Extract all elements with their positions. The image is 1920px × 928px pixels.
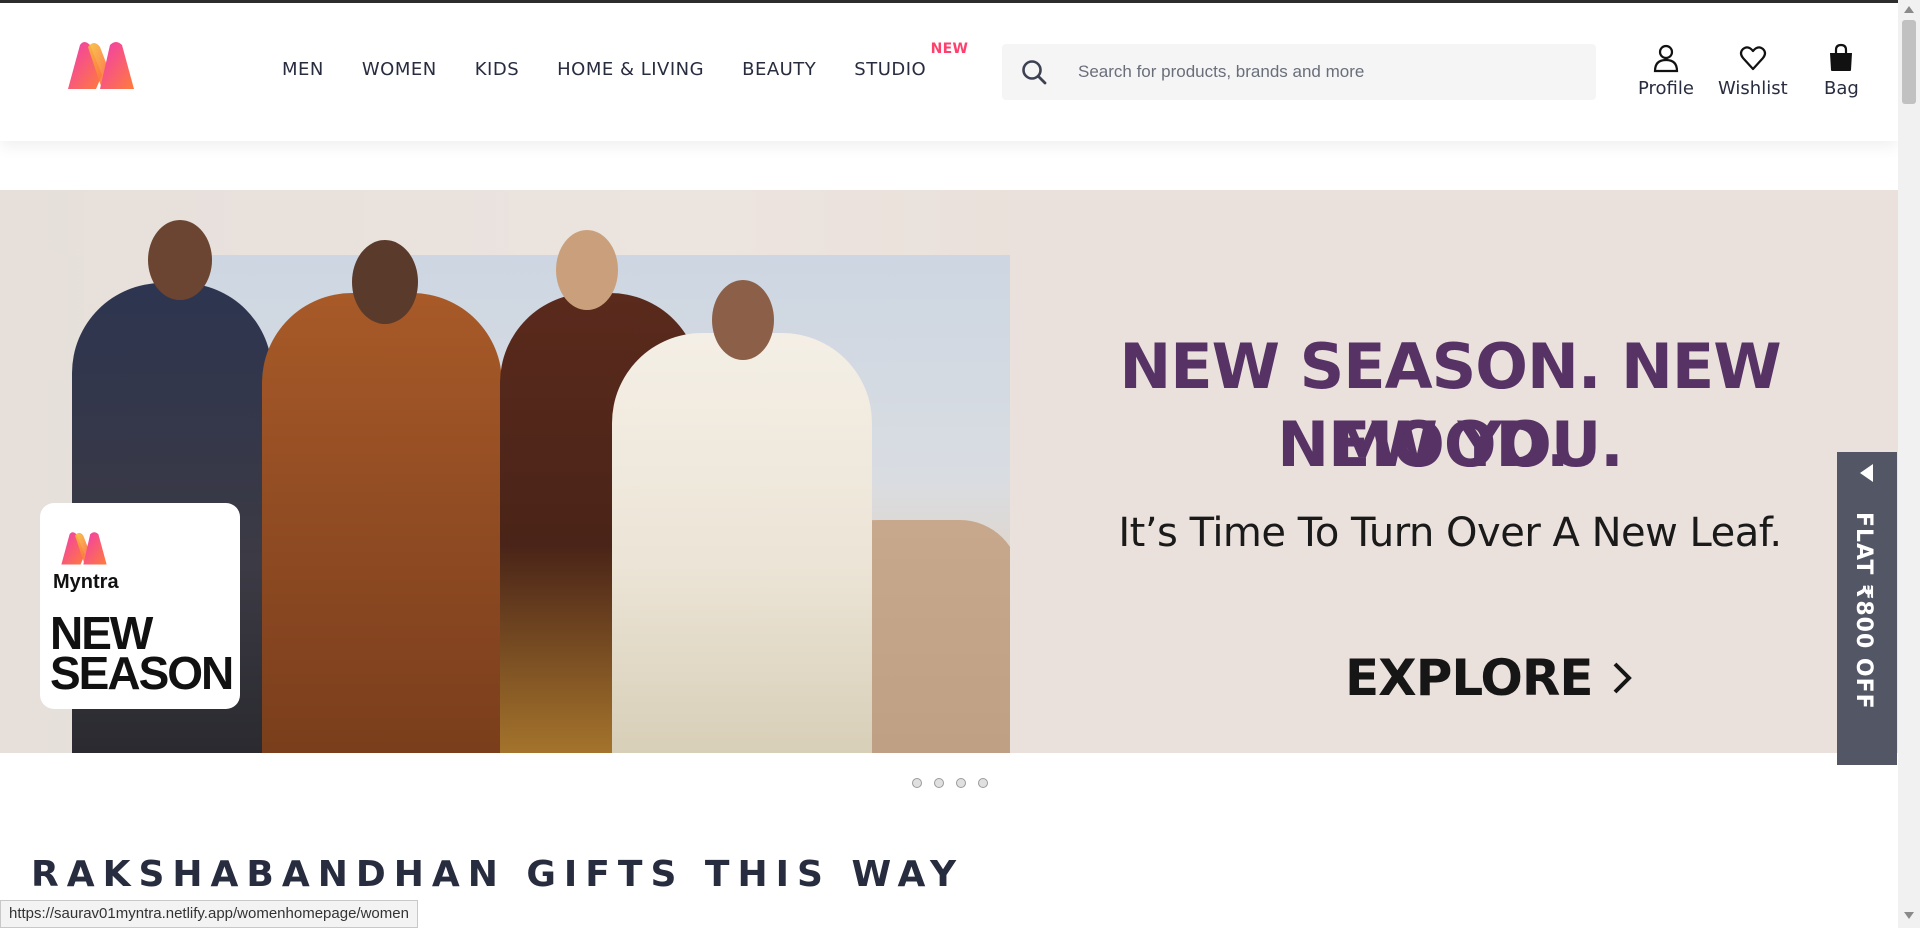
- search-icon[interactable]: [1020, 58, 1048, 86]
- model-head: [352, 240, 418, 324]
- carousel-dots: [912, 778, 1000, 788]
- model-figure: [262, 293, 502, 753]
- carousel-dot-3[interactable]: [956, 778, 966, 788]
- new-season-badge: Myntra NEW SEASON: [40, 503, 240, 709]
- myntra-logo[interactable]: [66, 39, 136, 91]
- page-scrollbar[interactable]: [1898, 0, 1920, 928]
- new-badge: NEW: [930, 41, 969, 57]
- site-header: MEN WOMEN KIDS HOME & LIVING BEAUTY STUD…: [0, 3, 1898, 141]
- model-head: [556, 230, 618, 310]
- main-nav: MEN WOMEN KIDS HOME & LIVING BEAUTY STUD…: [282, 41, 968, 80]
- chevron-right-icon: [1613, 662, 1632, 694]
- model-head: [712, 280, 774, 360]
- section-title: RAKSHABANDHAN GIFTS THIS WAY: [31, 854, 965, 895]
- profile-button[interactable]: Profile: [1638, 43, 1694, 99]
- nav-women[interactable]: WOMEN: [362, 59, 437, 80]
- explore-button[interactable]: EXPLORE: [1345, 649, 1633, 707]
- myntra-badge-logo: [61, 532, 107, 565]
- offer-text: FLAT ₹800 OFF: [1851, 512, 1876, 710]
- nav-kids[interactable]: KIDS: [475, 59, 519, 80]
- nav-beauty[interactable]: BEAUTY: [742, 59, 816, 80]
- caret-left-icon: [1860, 464, 1873, 482]
- bag-button[interactable]: Bag: [1824, 43, 1859, 99]
- model-head: [148, 220, 212, 300]
- scroll-up-arrow-icon[interactable]: [1904, 6, 1914, 13]
- page: MEN WOMEN KIDS HOME & LIVING BEAUTY STUD…: [0, 0, 1920, 928]
- wishlist-label: Wishlist: [1718, 78, 1788, 99]
- model-figure: [612, 333, 872, 753]
- nav-men[interactable]: MEN: [282, 59, 324, 80]
- bag-icon: [1830, 43, 1853, 71]
- badge-brand: Myntra: [53, 571, 119, 593]
- hero-subheadline: It’s Time To Turn Over A New Leaf.: [1118, 510, 1782, 556]
- bag-label: Bag: [1824, 78, 1859, 99]
- heart-icon: [1739, 46, 1766, 71]
- carousel-dot-4[interactable]: [978, 778, 988, 788]
- browser-status-url: https://saurav01myntra.netlify.app/women…: [0, 900, 418, 928]
- search-bar: [1002, 44, 1596, 100]
- flat-offer-tab[interactable]: FLAT ₹800 OFF: [1837, 452, 1897, 765]
- explore-label: EXPLORE: [1345, 649, 1594, 707]
- nav-studio[interactable]: STUDIO NEW: [854, 41, 968, 80]
- badge-line2: SEASON: [50, 647, 234, 699]
- hero-headline-line2: NEW YOU.: [1277, 408, 1624, 481]
- wishlist-button[interactable]: Wishlist: [1718, 43, 1788, 99]
- profile-icon: [1653, 44, 1679, 73]
- hero-banner[interactable]: NEW SEASON. NEW MOOD. NEW YOU. It’s Time…: [0, 190, 1898, 753]
- carousel-dot-1[interactable]: [912, 778, 922, 788]
- nav-home-living[interactable]: HOME & LIVING: [557, 59, 704, 80]
- search-input[interactable]: [1078, 62, 1596, 82]
- profile-label: Profile: [1638, 78, 1694, 99]
- scroll-down-arrow-icon[interactable]: [1904, 912, 1914, 919]
- carousel-dot-2[interactable]: [934, 778, 944, 788]
- scroll-thumb[interactable]: [1902, 20, 1916, 104]
